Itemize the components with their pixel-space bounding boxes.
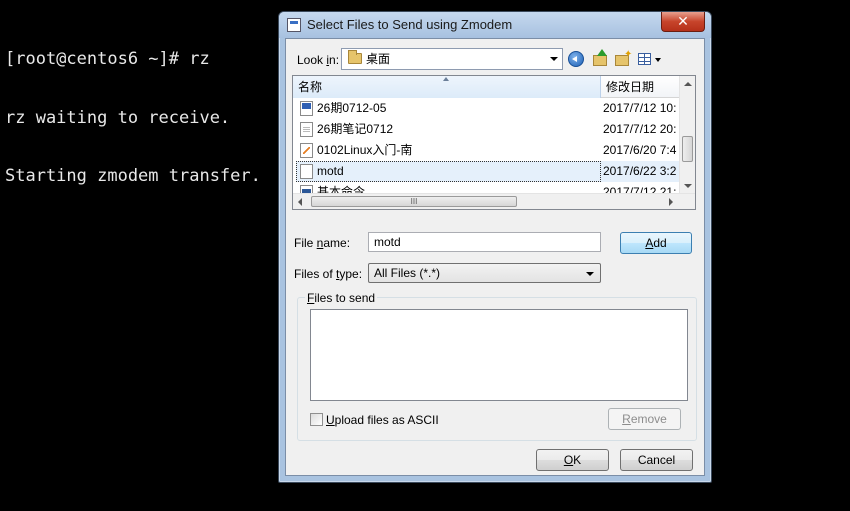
view-menu-icon[interactable] <box>636 49 664 69</box>
remove-button[interactable]: Remove <box>608 408 681 430</box>
file-name: motd <box>317 164 344 178</box>
scroll-down-icon[interactable] <box>684 184 692 188</box>
scroll-thumb[interactable]: III <box>311 196 517 207</box>
pdf-file-icon <box>300 143 313 158</box>
folder-icon <box>348 50 362 64</box>
vertical-scrollbar[interactable] <box>679 76 695 194</box>
look-in-combo[interactable]: 桌面 <box>341 48 563 70</box>
blank-file-icon <box>300 164 313 179</box>
upload-ascii-checkbox[interactable] <box>310 413 323 426</box>
files-to-send-list[interactable] <box>310 309 688 401</box>
look-in-label: Look in: <box>297 53 340 67</box>
chevron-down-icon <box>550 57 558 61</box>
horizontal-scrollbar[interactable]: III <box>293 193 695 209</box>
file-name: 0102Linux入门-南 <box>317 143 413 157</box>
file-row[interactable]: 0102Linux入门-南 2017/6/20 7:4 <box>293 140 681 161</box>
app-icon <box>287 18 301 32</box>
column-header-name[interactable]: 名称 <box>293 76 601 98</box>
files-of-type-value: All Files (*.*) <box>374 266 441 280</box>
back-icon[interactable] <box>568 51 584 67</box>
dialog-title: Select Files to Send using Zmodem <box>307 17 513 32</box>
file-name-input[interactable]: motd <box>368 232 601 252</box>
file-list[interactable]: 名称 修改日期 26期0712-05 2017/7/12 10: 26期笔记07… <box>292 75 696 210</box>
scroll-thumb[interactable] <box>682 136 693 162</box>
dialog-titlebar[interactable]: Select Files to Send using Zmodem ✕ <box>279 12 711 38</box>
new-folder-icon[interactable]: ✦ <box>613 49 633 69</box>
cancel-button[interactable]: Cancel <box>620 449 693 471</box>
upload-ascii-label[interactable]: Upload files as ASCII <box>326 413 439 427</box>
zmodem-dialog: Select Files to Send using Zmodem ✕ Look… <box>278 11 712 483</box>
files-to-send-label: Files to send <box>305 291 378 305</box>
files-of-type-select[interactable]: All Files (*.*) <box>368 263 601 283</box>
file-row[interactable]: 26期笔记0712 2017/7/12 20: <box>293 119 681 140</box>
dialog-client: Look in: 桌面 ✦ 名称 修改日期 26期0712-05 2017/7/… <box>285 38 705 476</box>
scroll-right-icon[interactable] <box>669 198 673 206</box>
sort-ascending-icon <box>443 77 449 81</box>
close-button[interactable]: ✕ <box>661 12 705 32</box>
chevron-down-icon <box>586 272 594 276</box>
scroll-up-icon[interactable] <box>684 82 692 86</box>
ppt-file-icon <box>300 101 313 116</box>
look-in-value: 桌面 <box>366 52 391 66</box>
add-button[interactable]: Add <box>620 232 692 254</box>
file-date: 2017/7/12 10: <box>603 101 677 115</box>
column-header-date[interactable]: 修改日期 <box>601 76 687 98</box>
file-row[interactable]: 26期0712-05 2017/7/12 10: <box>293 98 681 119</box>
file-name: 26期笔记0712 <box>317 122 394 136</box>
file-name-label: File name: <box>294 236 351 250</box>
file-row-selected[interactable]: motd 2017/6/22 3:2 <box>293 161 681 182</box>
file-name: 26期0712-05 <box>317 101 387 115</box>
text-file-icon <box>300 122 313 137</box>
file-list-header: 名称 修改日期 <box>293 76 687 98</box>
scroll-left-icon[interactable] <box>298 198 302 206</box>
file-date: 2017/6/20 7:4 <box>603 143 677 157</box>
up-folder-icon[interactable] <box>591 49 611 69</box>
files-of-type-label: Files of type: <box>294 267 363 281</box>
file-date: 2017/7/12 20: <box>603 122 677 136</box>
ok-button[interactable]: OK <box>536 449 609 471</box>
file-date: 2017/6/22 3:2 <box>603 164 677 178</box>
close-icon: ✕ <box>677 13 689 29</box>
